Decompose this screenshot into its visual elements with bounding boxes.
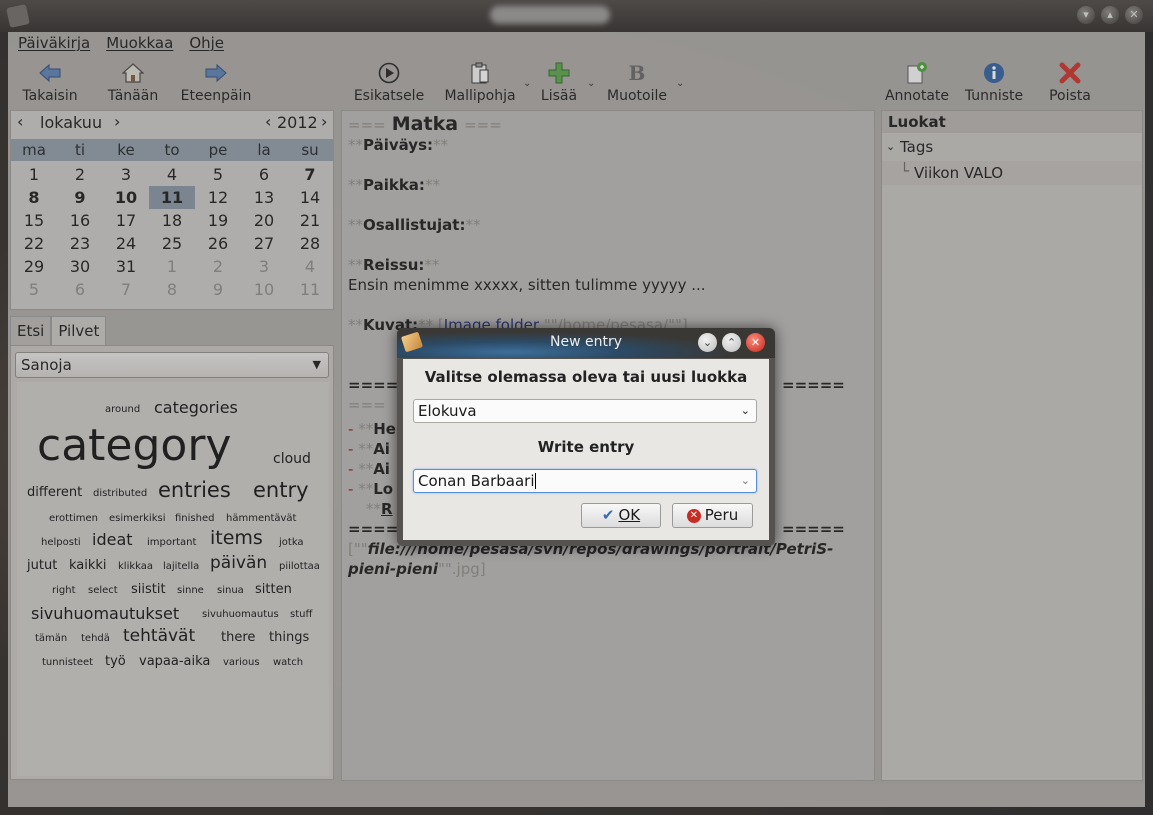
cancel-label: Peru (704, 506, 739, 524)
dialog-titlebar: New entry ⌄ ⌃ ✕ (397, 328, 775, 358)
ok-button[interactable]: ✔ OK (581, 503, 661, 528)
category-select[interactable]: Elokuva ⌄ (413, 399, 757, 423)
checkmark-icon: ✔ (601, 506, 615, 524)
ok-label: OK (618, 506, 641, 524)
text-cursor (534, 473, 536, 489)
chevron-down-icon: ⌄ (740, 404, 750, 417)
minimize-icon[interactable]: ⌄ (698, 333, 717, 352)
entry-label: Write entry (537, 438, 635, 456)
dialog-body: Valitse olemassa oleva tai uusi luokka E… (403, 359, 769, 540)
close-icon[interactable]: ✕ (746, 333, 765, 352)
category-label: Valitse olemassa oleva tai uusi luokka (424, 368, 748, 386)
chevron-down-icon: ⌄ (740, 474, 750, 487)
cancel-button[interactable]: ✕ Peru (672, 503, 753, 528)
entry-value: Conan Barbaari (418, 472, 535, 490)
category-value: Elokuva (418, 402, 477, 420)
entry-input[interactable]: Conan Barbaari ⌄ (413, 469, 757, 493)
maximize-icon[interactable]: ⌃ (722, 333, 741, 352)
new-entry-dialog: New entry ⌄ ⌃ ✕ Valitse olemassa oleva t… (397, 328, 775, 546)
cancel-icon: ✕ (686, 508, 701, 523)
